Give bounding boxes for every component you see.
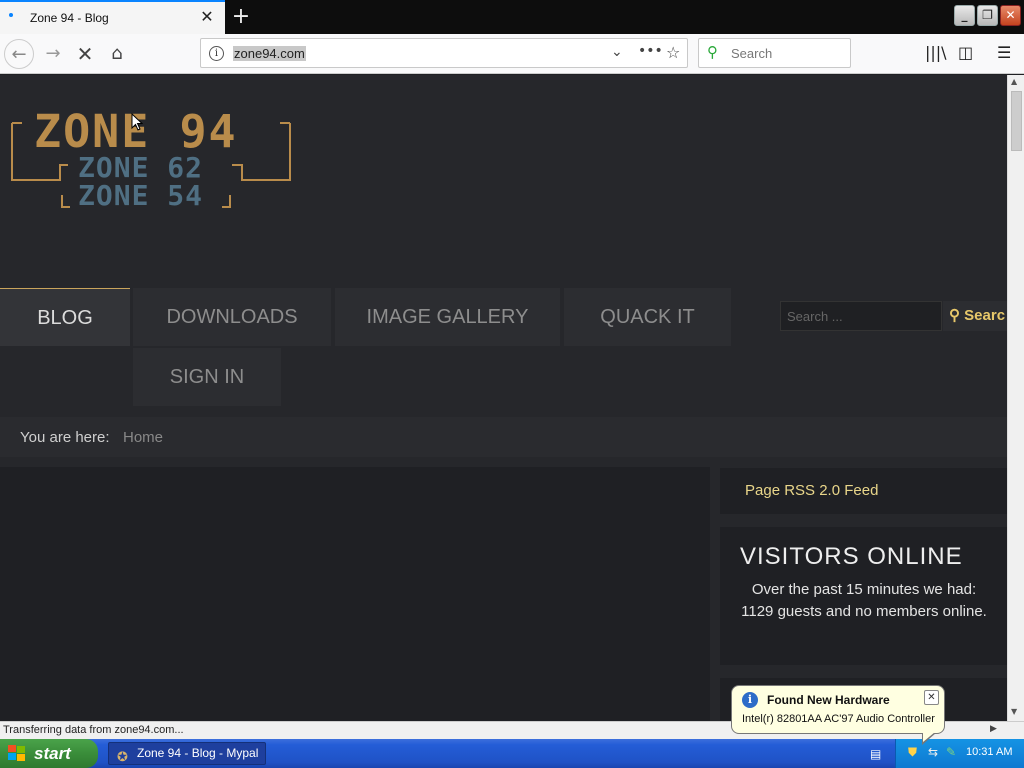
system-tray: ⛊ ⇆ ✎ 10:31 AM (895, 739, 1024, 768)
stop-button[interactable]: ✕ (70, 39, 100, 69)
site-logo[interactable]: ZONE 94 ZONE 62 ZONE 54 (10, 105, 292, 215)
web-page: ZONE 94 ZONE 62 ZONE 54 BLOG DOWNLOADS I… (0, 75, 1007, 721)
restore-button[interactable]: ❐ (977, 5, 998, 26)
tab-bar: Zone 94 - Blog ✕ + _ ❐ ✕ (0, 0, 1024, 34)
close-window-button[interactable]: ✕ (1000, 5, 1021, 26)
visitors-module: VISITORS ONLINE Over the past 15 minutes… (720, 527, 1007, 665)
new-tab-button[interactable]: + (228, 4, 254, 30)
nav-blog[interactable]: BLOG (0, 288, 130, 346)
site-search-input[interactable]: Search ... (780, 301, 942, 331)
balloon-text: Intel(r) 82801AA AC'97 Audio Controller (742, 713, 935, 725)
home-icon[interactable]: ⌂ (102, 39, 132, 69)
start-label: start (34, 744, 71, 763)
forward-button[interactable]: → (38, 39, 68, 69)
library-icon[interactable]: |||\ (925, 43, 947, 62)
scroll-up-arrow[interactable]: ▲ (1011, 77, 1017, 86)
back-button[interactable]: ← (4, 39, 34, 69)
rss-feed-link[interactable]: Page RSS 2.0 Feed (745, 482, 878, 499)
windows-logo-icon (8, 745, 25, 761)
browser-search-field[interactable]: ⚲ Search (698, 38, 851, 68)
notification-balloon[interactable]: i Found New Hardware Intel(r) 82801AA AC… (731, 685, 945, 745)
nav-quack-it[interactable]: QUACK IT (564, 288, 731, 346)
visitors-text: Over the past 15 minutes we had: 1129 gu… (741, 581, 987, 620)
search-icon: ⚲ (707, 43, 718, 61)
taskbar: start ✪ Zone 94 - Blog - Mypal ▤ ⛊ ⇆ ✎ 1… (0, 739, 1024, 768)
nav-image-gallery[interactable]: IMAGE GALLERY (335, 288, 560, 346)
loading-icon (9, 13, 13, 17)
breadcrumb-home-link[interactable]: Home (123, 429, 163, 446)
chevron-down-icon[interactable]: ⌄ (611, 44, 623, 60)
main-content (0, 467, 710, 721)
site-search-button[interactable]: ⚲ Searc (943, 301, 1007, 331)
logo-line-3: ZONE 54 (78, 179, 204, 212)
taskbar-item-label: Zone 94 - Blog - Mypal (137, 746, 259, 760)
menu-icon[interactable]: ☰ (997, 43, 1011, 62)
navigation-toolbar: ← → ✕ ⌂ i zone94.com ⌄ ••• ☆ ⚲ Search ||… (0, 34, 1024, 74)
info-icon: i (742, 692, 758, 708)
browser-tab[interactable]: Zone 94 - Blog ✕ (0, 0, 225, 34)
hardware-icon[interactable]: ✎ (946, 745, 956, 759)
rss-module: Page RSS 2.0 Feed (720, 468, 1007, 514)
info-icon[interactable]: i (209, 46, 224, 61)
sidebar-icon[interactable]: ◫ (958, 43, 973, 62)
tab-title: Zone 94 - Blog (30, 11, 109, 25)
mouse-cursor-icon (131, 113, 143, 131)
nav-downloads[interactable]: DOWNLOADS (133, 288, 331, 346)
taskbar-item-browser[interactable]: ✪ Zone 94 - Blog - Mypal (108, 742, 266, 765)
network-icon[interactable]: ⇆ (928, 745, 938, 759)
url-bar[interactable]: i zone94.com ⌄ ••• ☆ (200, 38, 688, 68)
nav-sign-in[interactable]: SIGN IN (133, 348, 281, 406)
balloon-title: Found New Hardware (767, 693, 890, 707)
url-text[interactable]: zone94.com (233, 46, 306, 61)
visitors-title: VISITORS ONLINE (740, 543, 963, 570)
browser-app-icon: ✪ (117, 749, 128, 764)
scroll-thumb[interactable] (1011, 91, 1022, 151)
breadcrumb-label: You are here: (20, 429, 110, 446)
search-icon: ⚲ (949, 307, 960, 324)
clock: 10:31 AM (966, 746, 1013, 758)
page-actions-icon[interactable]: ••• (638, 43, 663, 59)
close-tab-icon[interactable]: ✕ (198, 8, 216, 26)
scroll-down-arrow[interactable]: ▼ (1011, 707, 1017, 716)
breadcrumb: You are here: Home (0, 417, 1007, 457)
scroll-right-arrow[interactable]: ▶ (990, 724, 997, 734)
start-button[interactable]: start (0, 739, 98, 768)
site-search-placeholder: Search ... (787, 309, 843, 324)
balloon-tail-fill (923, 732, 935, 742)
browser-search-placeholder: Search (731, 46, 773, 61)
vertical-scrollbar[interactable]: ▲ ▼ (1007, 75, 1024, 721)
close-icon[interactable]: ✕ (924, 690, 939, 705)
site-search-button-label: Searc (964, 307, 1006, 324)
security-shield-icon[interactable]: ⛊ (908, 745, 917, 760)
minimize-button[interactable]: _ (954, 5, 975, 26)
keyboard-icon[interactable]: ▤ (870, 747, 881, 761)
bookmark-star-icon[interactable]: ☆ (666, 43, 680, 62)
status-text: Transferring data from zone94.com... (3, 724, 184, 736)
